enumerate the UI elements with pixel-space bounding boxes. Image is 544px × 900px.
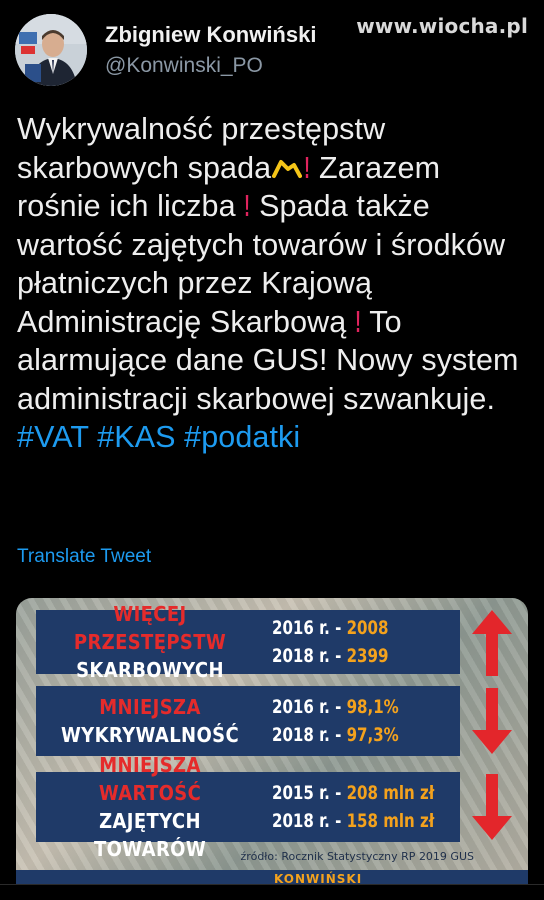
- stat-value-line: 2018 r. - 158 mln zł: [272, 807, 437, 835]
- stat-row: MNIEJSZA WYKRYWALNOŚĆ 2016 r. - 98,1% 2018 …: [36, 686, 460, 756]
- stat-label: WIĘCEJ PRZESTĘPSTW SKARBOWYCH: [36, 600, 264, 684]
- tweet-text-segment: [176, 420, 185, 454]
- stat-label-line2: SKARBOWYCH: [76, 658, 224, 682]
- divider: [0, 884, 544, 900]
- arrow-down-icon: [472, 774, 512, 840]
- stat-value: 2399: [346, 645, 389, 667]
- hashtag-link[interactable]: #VAT: [17, 420, 89, 454]
- translate-tweet-link[interactable]: Translate Tweet: [17, 546, 151, 568]
- source-caption: źródło: Rocznik Statystyczny RP 2019 GUS: [240, 850, 474, 863]
- exclamation-emoji-icon: !: [244, 189, 251, 223]
- stat-label-line1: WIĘCEJ PRZESTĘPSTW: [73, 602, 227, 654]
- stat-values: 2016 r. - 2008 2018 r. - 2399: [264, 614, 460, 670]
- hashtag-link[interactable]: #podatki: [184, 420, 300, 454]
- stat-value-line: 2018 r. - 97,3%: [272, 721, 437, 749]
- stat-label-line2: WYKRYWALNOŚĆ: [60, 723, 240, 747]
- stat-value-line: 2016 r. - 2008: [272, 614, 437, 642]
- stat-value: 158 mln zł: [346, 810, 435, 832]
- stat-year: 2016 r. -: [272, 696, 347, 718]
- stat-row: MNIEJSZA WARTOŚĆ ZAJĘTYCH TOWARÓW 2015 r. …: [36, 753, 460, 861]
- stat-values: 2015 r. - 208 mln zł 2018 r. - 158 mln zł: [264, 779, 460, 835]
- arrow-up-icon: [472, 610, 512, 676]
- stat-year: 2016 r. -: [272, 617, 347, 639]
- stat-label-line1: MNIEJSZA: [99, 695, 201, 719]
- stat-value-line: 2015 r. - 208 mln zł: [272, 779, 437, 807]
- author-handle[interactable]: @Konwinski_PO: [105, 54, 316, 78]
- stat-value: 98,1%: [346, 696, 399, 718]
- exclamation-emoji-icon: !: [304, 150, 311, 185]
- chart-down-emoji-icon: [272, 160, 303, 179]
- avatar[interactable]: [15, 14, 87, 86]
- site-watermark: www.wiocha.pl: [356, 14, 528, 38]
- hashtag-link[interactable]: #KAS: [97, 420, 175, 454]
- stat-value: 2008: [346, 617, 389, 639]
- stat-year: 2018 r. -: [272, 645, 347, 667]
- stat-label-line2: ZAJĘTYCH TOWARÓW: [93, 809, 207, 861]
- tweet-text-segment: [89, 420, 98, 454]
- stat-value-line: 2016 r. - 98,1%: [272, 693, 437, 721]
- tweet-body: Wykrywalność przestępstw skarbowych spad…: [17, 110, 529, 457]
- arrow-down-icon: [472, 688, 512, 754]
- tweet-image-card[interactable]: WIĘCEJ PRZESTĘPSTW SKARBOWYCH 2016 r. - 20…: [16, 598, 528, 888]
- stat-row: WIĘCEJ PRZESTĘPSTW SKARBOWYCH 2016 r. - 20…: [36, 602, 460, 682]
- stat-year: 2015 r. -: [272, 782, 347, 804]
- stat-year: 2018 r. -: [272, 724, 347, 746]
- stat-value: 208 mln zł: [346, 782, 435, 804]
- stat-values: 2016 r. - 98,1% 2018 r. - 97,3%: [264, 693, 460, 749]
- tweet-header: Zbigniew Konwiński @Konwinski_PO: [15, 14, 316, 86]
- stat-value: 97,3%: [346, 724, 399, 746]
- author-name[interactable]: Zbigniew Konwiński: [105, 22, 316, 48]
- stat-label-line1: MNIEJSZA WARTOŚĆ: [98, 753, 202, 805]
- exclamation-emoji-icon: !: [355, 304, 361, 339]
- stat-label: MNIEJSZA WYKRYWALNOŚĆ: [36, 693, 264, 749]
- stat-year: 2018 r. -: [272, 810, 347, 832]
- stat-value-line: 2018 r. - 2399: [272, 642, 437, 670]
- stat-label: MNIEJSZA WARTOŚĆ ZAJĘTYCH TOWARÓW: [36, 751, 264, 863]
